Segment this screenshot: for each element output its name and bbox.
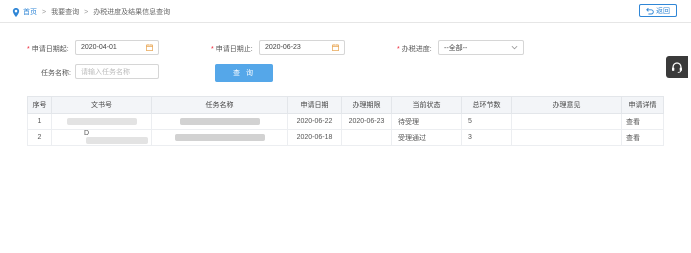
task-name-input[interactable]: 请输入任务名称 (75, 64, 159, 79)
redacted-doc-no (86, 137, 148, 145)
cell-task-name (151, 113, 288, 130)
breadcrumb-current: 办税进度及结果信息查询 (93, 9, 171, 16)
cell-deadline (341, 129, 392, 146)
breadcrumb-separator: > (84, 8, 89, 16)
breadcrumb: 首页 > 我要查询 > 办税进度及结果信息查询 (12, 7, 170, 17)
calendar-icon (332, 44, 339, 51)
cell-task-name (151, 129, 288, 146)
table-row: 1 2020-06-22 2020-06-23 待受理 5 查看 (27, 113, 664, 130)
view-detail-link[interactable]: 查看 (621, 129, 664, 146)
query-button[interactable]: 查 询 (215, 64, 273, 82)
cell-opinion (511, 129, 622, 146)
col-header-status: 当前状态 (391, 96, 462, 114)
table-header-row: 序号 文书号 任务名称 申请日期 办理期限 当前状态 总环节数 办理意见 申请详… (27, 96, 664, 114)
back-button[interactable]: 返回 (639, 4, 677, 17)
task-name-label: 任务名称: (41, 70, 71, 77)
calendar-icon (146, 44, 153, 51)
return-arrow-icon (646, 7, 654, 14)
view-detail-link[interactable]: 查看 (621, 113, 664, 130)
cell-status: 受理通过 (391, 129, 462, 146)
task-name-placeholder: 请输入任务名称 (81, 68, 130, 76)
cell-steps[interactable]: 3 (461, 129, 512, 146)
breadcrumb-separator: > (42, 8, 47, 16)
cell-steps[interactable]: 5 (461, 113, 512, 130)
location-pin-icon (12, 7, 20, 17)
cell-deadline: 2020-06-23 (341, 113, 392, 130)
doc-no-visible-char: D (84, 130, 90, 138)
col-header-detail: 申请详情 (621, 96, 664, 114)
progress-select[interactable]: --全部-- (438, 40, 524, 55)
date-to-label: * 申请日期止: (211, 46, 253, 53)
col-header-deadline: 办理期限 (341, 96, 392, 114)
cell-apply-date: 2020-06-22 (287, 113, 342, 130)
progress-label: * 办税进度: (397, 46, 432, 53)
breadcrumb-home[interactable]: 首页 (23, 7, 37, 17)
redacted-task-name (174, 133, 265, 141)
col-header-doc-no: 文书号 (51, 96, 152, 114)
col-header-opinion: 办理意见 (511, 96, 622, 114)
cell-doc-no (51, 113, 152, 130)
cell-doc-no: D (51, 129, 152, 146)
cell-index: 1 (27, 113, 52, 130)
back-button-label: 返回 (656, 7, 670, 15)
redacted-doc-no (66, 117, 137, 125)
date-from-label: * 申请日期起: (27, 46, 69, 53)
col-header-task-name: 任务名称 (151, 96, 288, 114)
date-to-input[interactable]: 2020-06-23 (259, 40, 345, 55)
breadcrumb-level1[interactable]: 我要查询 (51, 7, 79, 17)
col-header-index: 序号 (27, 96, 52, 114)
col-header-steps: 总环节数 (461, 96, 512, 114)
cell-apply-date: 2020-06-18 (287, 129, 342, 146)
redacted-task-name (179, 117, 260, 125)
date-from-input[interactable]: 2020-04-01 (75, 40, 159, 55)
cell-opinion (511, 113, 622, 130)
chevron-down-icon (511, 45, 518, 50)
headset-support-icon (672, 62, 682, 73)
table-row: 2 D 2020-06-18 受理通过 3 查看 (27, 129, 664, 146)
cell-status: 待受理 (391, 113, 462, 130)
required-mark: * (27, 46, 30, 53)
results-table: 序号 文书号 任务名称 申请日期 办理期限 当前状态 总环节数 办理意见 申请详… (27, 96, 664, 146)
required-mark: * (397, 46, 400, 53)
cell-index: 2 (27, 129, 52, 146)
col-header-apply-date: 申请日期 (287, 96, 342, 114)
required-mark: * (211, 46, 214, 53)
support-float-button[interactable] (666, 56, 688, 78)
top-bar: 首页 > 我要查询 > 办税进度及结果信息查询 返回 (0, 0, 691, 23)
